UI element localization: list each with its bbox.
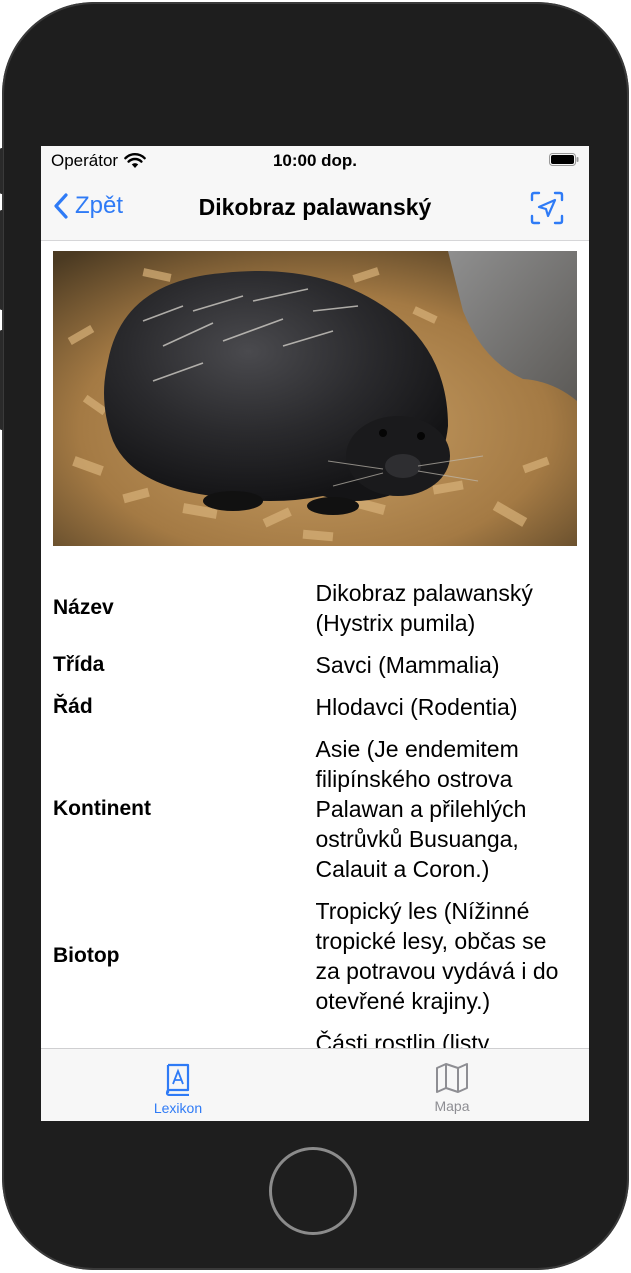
detail-row-name: Název Dikobraz palawanský (Hystrix pumil… — [53, 578, 577, 638]
status-bar: Operátor 10:00 dop. — [41, 146, 589, 176]
navigation-bar: Zpět Dikobraz palawanský — [41, 176, 589, 241]
clock: 10:00 dop. — [272, 151, 358, 170]
detail-row-biotope: Biotop Tropický les (Nížinné tropické le… — [53, 896, 577, 1016]
detail-label: Biotop — [53, 944, 120, 967]
side-button — [0, 210, 3, 310]
book-icon — [165, 1063, 190, 1096]
animal-details: Název Dikobraz palawanský (Hystrix pumil… — [53, 578, 577, 1070]
tab-label: Lexikon — [153, 1100, 203, 1116]
ar-location-button[interactable] — [529, 190, 565, 226]
tab-mapa[interactable]: Mapa — [382, 1062, 522, 1114]
home-button[interactable] — [269, 1147, 357, 1235]
side-button — [0, 148, 3, 194]
porcupine-photo — [53, 251, 577, 546]
tab-bar: Lexikon Mapa — [41, 1048, 589, 1121]
detail-row-continent: Kontinent Asie (Je endemitem filipínskéh… — [53, 734, 577, 884]
tab-label: Mapa — [434, 1098, 470, 1114]
detail-value: Hlodavci (Rodentia) — [315, 694, 518, 720]
battery-icon — [549, 153, 579, 166]
map-icon — [436, 1063, 468, 1093]
side-button — [0, 330, 3, 430]
detail-value: Savci (Mammalia) — [315, 652, 500, 678]
screen: Operátor 10:00 dop. Zpět Dikobraz palawa… — [41, 146, 589, 1121]
detail-label: Řád — [53, 695, 93, 718]
detail-label: Třída — [53, 653, 105, 676]
detail-label: Název — [53, 596, 114, 619]
detail-value: Asie (Je endemitem filipínského ostrova … — [315, 736, 527, 882]
detail-label: Kontinent — [53, 797, 151, 820]
page-title: Dikobraz palawanský — [198, 194, 432, 220]
tab-lexikon[interactable]: Lexikon — [108, 1062, 248, 1116]
detail-value: Tropický les (Nížinné tropické lesy, obč… — [315, 898, 559, 1014]
detail-row-class: Třída Savci (Mammalia) — [53, 650, 577, 680]
detail-row-order: Řád Hlodavci (Rodentia) — [53, 692, 577, 722]
detail-value: Dikobraz palawanský (Hystrix pumila) — [315, 580, 533, 636]
animal-photo — [53, 251, 577, 546]
